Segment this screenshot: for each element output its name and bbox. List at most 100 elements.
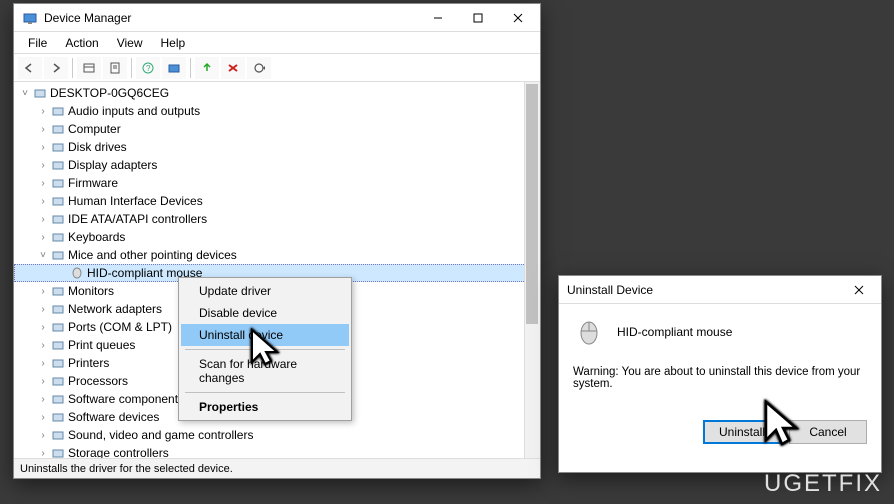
chevron-right-icon[interactable]: › bbox=[36, 124, 50, 135]
tree-node-label: Display adapters bbox=[68, 158, 157, 172]
tree-node-label: Computer bbox=[68, 122, 121, 136]
chevron-right-icon[interactable]: › bbox=[36, 142, 50, 153]
tree-node-label: Printers bbox=[68, 356, 109, 370]
dialog-warning-text: Warning: You are about to uninstall this… bbox=[573, 366, 867, 390]
chevron-down-icon[interactable]: ˅ bbox=[36, 250, 50, 261]
context-menu: Update driverDisable deviceUninstall dev… bbox=[178, 277, 352, 421]
chevron-right-icon[interactable]: › bbox=[36, 286, 50, 297]
maximize-button[interactable] bbox=[458, 4, 498, 32]
chevron-right-icon[interactable]: › bbox=[36, 304, 50, 315]
context-menu-item[interactable]: Uninstall device bbox=[181, 324, 349, 346]
dialog-device-name: HID-compliant mouse bbox=[617, 325, 732, 339]
uninstall-button[interactable]: Uninstall bbox=[703, 420, 781, 444]
tree-root-node[interactable]: ˅ DESKTOP-0GQ6CEG bbox=[14, 84, 540, 102]
tree-node-label: Keyboards bbox=[68, 230, 125, 244]
menu-view[interactable]: View bbox=[109, 34, 151, 52]
tree-category[interactable]: › IDE ATA/ATAPI controllers bbox=[14, 210, 540, 228]
tree-category[interactable]: ˅ Mice and other pointing devices bbox=[14, 246, 540, 264]
chevron-right-icon[interactable]: › bbox=[36, 358, 50, 369]
forward-button[interactable] bbox=[44, 57, 68, 79]
close-button[interactable] bbox=[498, 4, 538, 32]
context-menu-item[interactable]: Disable device bbox=[181, 302, 349, 324]
device-category-icon bbox=[50, 230, 66, 244]
chevron-right-icon[interactable]: › bbox=[36, 394, 50, 405]
menu-separator bbox=[185, 392, 345, 393]
tree-category[interactable]: › Human Interface Devices bbox=[14, 192, 540, 210]
tree-node-label: Human Interface Devices bbox=[68, 194, 203, 208]
chevron-right-icon[interactable]: › bbox=[36, 340, 50, 351]
menubar: File Action View Help bbox=[14, 32, 540, 54]
scan-hardware-icon[interactable] bbox=[162, 57, 186, 79]
tree-node-label: Monitors bbox=[68, 284, 114, 298]
device-category-icon bbox=[50, 338, 66, 352]
chevron-right-icon[interactable]: › bbox=[36, 178, 50, 189]
tree-node-label: Processors bbox=[68, 374, 128, 388]
chevron-right-icon[interactable]: › bbox=[36, 160, 50, 171]
tree-category[interactable]: › Storage controllers bbox=[14, 444, 540, 458]
tree-node-label: Audio inputs and outputs bbox=[68, 104, 200, 118]
chevron-right-icon[interactable]: › bbox=[36, 106, 50, 117]
tree-category[interactable]: › Computer bbox=[14, 120, 540, 138]
chevron-right-icon[interactable]: › bbox=[36, 376, 50, 387]
properties-button[interactable] bbox=[103, 57, 127, 79]
dialog-title: Uninstall Device bbox=[567, 283, 653, 297]
tree-node-label: Sound, video and game controllers bbox=[68, 428, 253, 442]
tree-node-label: Mice and other pointing devices bbox=[68, 248, 237, 262]
device-category-icon bbox=[50, 122, 66, 136]
dialog-titlebar[interactable]: Uninstall Device bbox=[559, 276, 881, 304]
context-menu-item[interactable]: Properties bbox=[181, 396, 349, 418]
computer-icon bbox=[32, 86, 48, 100]
tree-category[interactable]: › Firmware bbox=[14, 174, 540, 192]
app-icon bbox=[22, 10, 38, 26]
scrollbar-thumb[interactable] bbox=[526, 84, 538, 324]
tree-category[interactable]: › Sound, video and game controllers bbox=[14, 426, 540, 444]
chevron-right-icon[interactable]: › bbox=[36, 322, 50, 333]
uninstall-icon[interactable] bbox=[221, 57, 245, 79]
menu-separator bbox=[185, 349, 345, 350]
tree-category[interactable]: › Disk drives bbox=[14, 138, 540, 156]
device-category-icon bbox=[50, 194, 66, 208]
refresh-icon[interactable] bbox=[247, 57, 271, 79]
device-category-icon bbox=[50, 140, 66, 154]
tree-category[interactable]: › Display adapters bbox=[14, 156, 540, 174]
titlebar[interactable]: Device Manager bbox=[14, 4, 540, 32]
device-category-icon bbox=[50, 104, 66, 118]
context-menu-item[interactable]: Update driver bbox=[181, 280, 349, 302]
device-category-icon bbox=[50, 374, 66, 388]
cancel-button[interactable]: Cancel bbox=[789, 420, 867, 444]
chevron-right-icon[interactable]: › bbox=[36, 448, 50, 459]
tree-node-label: Software devices bbox=[68, 410, 159, 424]
chevron-right-icon[interactable]: › bbox=[36, 412, 50, 423]
context-menu-item[interactable]: Scan for hardware changes bbox=[181, 353, 349, 389]
statusbar: Uninstalls the driver for the selected d… bbox=[14, 458, 540, 478]
tree-node-label: Ports (COM & LPT) bbox=[68, 320, 172, 334]
tree-node-label: IDE ATA/ATAPI controllers bbox=[68, 212, 207, 226]
chevron-right-icon[interactable]: › bbox=[36, 430, 50, 441]
chevron-right-icon[interactable]: › bbox=[36, 214, 50, 225]
device-category-icon bbox=[50, 428, 66, 442]
update-driver-icon[interactable] bbox=[195, 57, 219, 79]
tree-node-label: Storage controllers bbox=[68, 446, 169, 458]
minimize-button[interactable] bbox=[418, 4, 458, 32]
help-button[interactable]: ? bbox=[136, 57, 160, 79]
tree-category[interactable]: › Audio inputs and outputs bbox=[14, 102, 540, 120]
device-category-icon bbox=[50, 392, 66, 406]
menu-help[interactable]: Help bbox=[153, 34, 194, 52]
tree-node-label: Firmware bbox=[68, 176, 118, 190]
menu-action[interactable]: Action bbox=[57, 34, 106, 52]
tree-category[interactable]: › Keyboards bbox=[14, 228, 540, 246]
device-category-icon bbox=[50, 212, 66, 226]
mouse-icon bbox=[69, 266, 85, 280]
mouse-icon bbox=[573, 316, 605, 348]
menu-file[interactable]: File bbox=[20, 34, 55, 52]
show-hidden-button[interactable] bbox=[77, 57, 101, 79]
tree-node-label: DESKTOP-0GQ6CEG bbox=[50, 86, 169, 100]
chevron-right-icon[interactable]: › bbox=[36, 196, 50, 207]
tree-node-label: Disk drives bbox=[68, 140, 127, 154]
chevron-right-icon[interactable]: › bbox=[36, 232, 50, 243]
back-button[interactable] bbox=[18, 57, 42, 79]
separator bbox=[131, 58, 132, 78]
chevron-down-icon[interactable]: ˅ bbox=[18, 88, 32, 99]
dialog-close-button[interactable] bbox=[839, 276, 879, 304]
scrollbar-track[interactable] bbox=[524, 82, 540, 458]
